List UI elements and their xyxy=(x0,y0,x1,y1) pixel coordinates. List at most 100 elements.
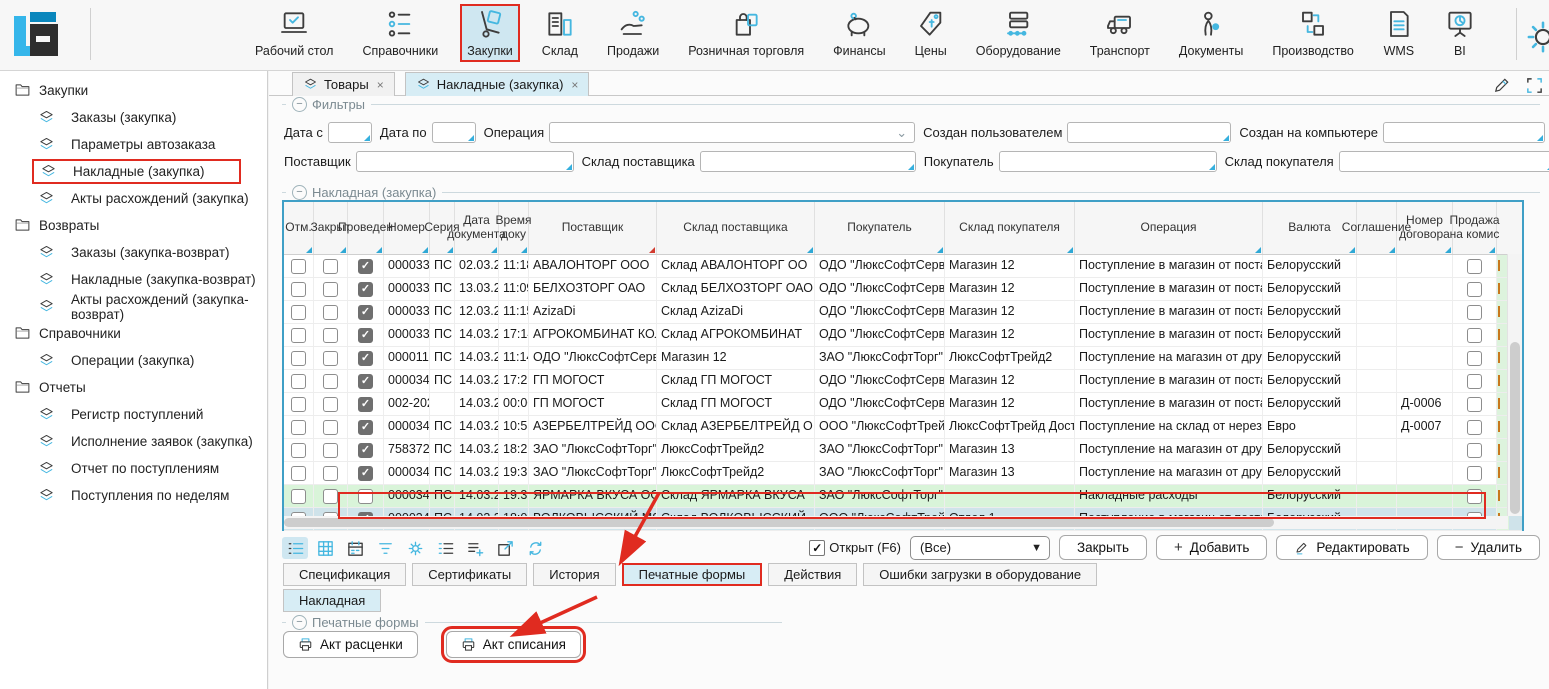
module-person-globe[interactable]: Документы xyxy=(1172,4,1250,62)
checkbox-icon[interactable] xyxy=(291,259,306,274)
print-forms-group-label[interactable]: − Печатные формы xyxy=(286,615,425,630)
cell-zakryt[interactable] xyxy=(314,370,348,392)
checkbox-icon[interactable] xyxy=(291,443,306,458)
delete-button[interactable]: −Удалить xyxy=(1437,535,1540,560)
cell-otm[interactable] xyxy=(284,301,314,323)
filter-input[interactable] xyxy=(1339,151,1549,172)
scrollbar-thumb[interactable] xyxy=(1510,342,1520,514)
cell-prodazha[interactable] xyxy=(1453,278,1497,300)
sidebar-item[interactable]: Параметры автозаказа xyxy=(0,131,267,158)
cell-prodazha[interactable] xyxy=(1453,393,1497,415)
cell-otm[interactable] xyxy=(284,370,314,392)
table-row[interactable]: 0000339ПС14.03.2417:14АГРОКОМБИНАТ КОЛОС… xyxy=(284,324,1522,347)
cell-otm[interactable] xyxy=(284,255,314,277)
add-list-icon[interactable] xyxy=(462,537,488,559)
checkbox-icon[interactable] xyxy=(323,466,338,481)
cell-zakryt[interactable] xyxy=(314,439,348,461)
doc-tab[interactable]: Товары× xyxy=(292,72,395,96)
checkbox-icon[interactable] xyxy=(1467,466,1482,481)
cell-otm[interactable] xyxy=(284,278,314,300)
tree-group[interactable]: Отчеты xyxy=(0,374,267,401)
tab-спецификация[interactable]: Спецификация xyxy=(283,563,406,586)
checkbox-icon[interactable] xyxy=(291,466,306,481)
module-desktop[interactable]: Рабочий стол xyxy=(248,4,340,62)
cell-prodazha[interactable] xyxy=(1453,439,1497,461)
cell-proveden[interactable] xyxy=(348,301,384,323)
sidebar-item[interactable]: Поступления по неделям xyxy=(0,482,267,509)
cell-zakryt[interactable] xyxy=(314,324,348,346)
sidebar-item[interactable]: Накладные (закупка-возврат) xyxy=(0,266,267,293)
column-header[interactable]: Номер договора xyxy=(1397,202,1453,254)
column-header[interactable]: Время доку xyxy=(499,202,529,254)
checkbox-icon[interactable] xyxy=(1467,328,1482,343)
sidebar-item[interactable]: Отчет по поступлениям xyxy=(0,455,267,482)
checkbox-icon[interactable] xyxy=(1467,489,1482,504)
table-row[interactable]: 0000343ПС14.03.2419:36ЯРМАРКА ВКУСА ОООС… xyxy=(284,485,1522,508)
module-production[interactable]: Производство xyxy=(1265,4,1361,62)
filter-icon[interactable] xyxy=(372,537,398,559)
checkbox-checked-icon[interactable] xyxy=(358,282,373,297)
cell-proveden[interactable] xyxy=(348,439,384,461)
checkbox-checked-icon[interactable] xyxy=(358,397,373,412)
checkbox-icon[interactable] xyxy=(291,374,306,389)
add-button[interactable]: +Добавить xyxy=(1156,535,1267,560)
collapse-icon[interactable]: − xyxy=(292,185,307,200)
cell-prodazha[interactable] xyxy=(1453,370,1497,392)
cell-prodazha[interactable] xyxy=(1453,255,1497,277)
table-row[interactable]: 0000341ПС14.03.2410:58АЗЕРБЕЛТРЕЙД ОООСк… xyxy=(284,416,1522,439)
checkbox-icon[interactable] xyxy=(291,328,306,343)
checkbox-checked-icon[interactable] xyxy=(358,420,373,435)
open-external-icon[interactable] xyxy=(492,537,518,559)
checkbox-checked-icon[interactable] xyxy=(358,466,373,481)
column-header[interactable]: Соглашение xyxy=(1357,202,1397,254)
module-price-tag[interactable]: Цены xyxy=(908,4,954,62)
cell-zakryt[interactable] xyxy=(314,462,348,484)
close-icon[interactable]: × xyxy=(571,78,578,92)
cell-prodazha[interactable] xyxy=(1453,324,1497,346)
cell-proveden[interactable] xyxy=(348,393,384,415)
refresh-icon[interactable] xyxy=(522,537,548,559)
cell-prodazha[interactable] xyxy=(1453,485,1497,507)
column-header[interactable]: Дата документа xyxy=(455,202,499,254)
checkbox-checked-icon[interactable] xyxy=(358,374,373,389)
sidebar-item[interactable]: Акты расхождений (закупка-возврат) xyxy=(0,293,267,320)
checkbox-checked-icon[interactable] xyxy=(358,305,373,320)
tree-group[interactable]: Закупки xyxy=(0,77,267,104)
filter-input[interactable] xyxy=(356,151,574,172)
checkbox-icon[interactable] xyxy=(323,443,338,458)
tab-сертификаты[interactable]: Сертификаты xyxy=(412,563,527,586)
checkbox-icon[interactable] xyxy=(291,489,306,504)
checkbox-icon[interactable] xyxy=(323,259,338,274)
grid-view-icon[interactable] xyxy=(312,537,338,559)
table-row[interactable]: 0000338ПС12.03.2411:15AzizaDiСклад Aziza… xyxy=(284,301,1522,324)
checkbox-checked-icon[interactable] xyxy=(358,443,373,458)
module-reference-list[interactable]: Справочники xyxy=(355,4,445,62)
cell-otm[interactable] xyxy=(284,416,314,438)
vertical-scrollbar[interactable] xyxy=(1507,254,1522,516)
filter-select[interactable]: ⌄ xyxy=(549,122,915,143)
print-button-act-rascenki[interactable]: Акт расценки xyxy=(283,631,418,658)
column-header[interactable]: Склад покупателя xyxy=(945,202,1075,254)
cell-prodazha[interactable] xyxy=(1453,301,1497,323)
checkbox-icon[interactable] xyxy=(291,351,306,366)
cell-proveden[interactable] xyxy=(348,485,384,507)
edit-pencil-icon[interactable] xyxy=(1492,76,1511,98)
tab-ошибки[interactable]: Ошибки загрузки в оборудование xyxy=(863,563,1097,586)
cell-proveden[interactable] xyxy=(348,278,384,300)
cell-otm[interactable] xyxy=(284,347,314,369)
sidebar-item[interactable]: Заказы (закупка) xyxy=(0,104,267,131)
filter-input[interactable] xyxy=(700,151,916,172)
tab-действия[interactable]: Действия xyxy=(768,563,857,586)
filter-input[interactable] xyxy=(1383,122,1545,143)
checkbox-icon[interactable] xyxy=(1467,420,1482,435)
cell-zakryt[interactable] xyxy=(314,347,348,369)
checkbox-icon[interactable] xyxy=(1467,443,1482,458)
table-row[interactable]: 0000336ПС02.03.2411:18АВАЛОНТОРГ ОООСкла… xyxy=(284,255,1522,278)
column-header[interactable]: Покупатель xyxy=(815,202,945,254)
cell-otm[interactable] xyxy=(284,439,314,461)
cell-prodazha[interactable] xyxy=(1453,416,1497,438)
horizontal-scrollbar[interactable] xyxy=(284,516,1508,529)
checkbox-icon[interactable] xyxy=(323,397,338,412)
table-row[interactable]: 0000342ПС14.03.2419:31ЗАО "ЛюксСофтТорг"… xyxy=(284,462,1522,485)
checkbox-icon[interactable] xyxy=(291,305,306,320)
